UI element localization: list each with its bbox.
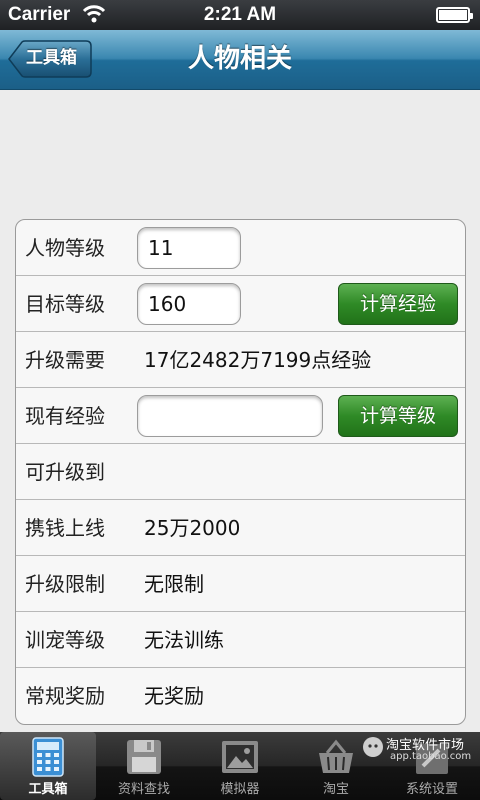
character-level-input[interactable]: 11 bbox=[137, 227, 241, 269]
target-level-input[interactable]: 160 bbox=[137, 283, 241, 325]
tab-toolbox[interactable]: 工具箱 bbox=[0, 732, 96, 800]
status-time: 2:21 AM bbox=[203, 4, 277, 25]
back-button-label: 工具箱 bbox=[26, 48, 77, 68]
taobao-logo-icon bbox=[362, 736, 384, 762]
money-cap-value: 25万2000 bbox=[144, 516, 241, 540]
watermark-url: app.taobao.com bbox=[390, 751, 472, 762]
row-target-level: 目标等级 160 计算经验 bbox=[16, 276, 465, 332]
picture-icon bbox=[219, 736, 261, 778]
tab-label: 模拟器 bbox=[220, 782, 260, 797]
row-label: 升级限制 bbox=[25, 572, 105, 596]
taobao-watermark: 淘宝软件市场 app.taobao.com bbox=[360, 734, 476, 764]
row-label: 可升级到 bbox=[25, 460, 105, 484]
regular-reward-value: 无奖励 bbox=[144, 684, 204, 708]
pet-training-value: 无法训练 bbox=[144, 628, 224, 652]
row-current-experience: 现有经验 计算等级 bbox=[16, 388, 465, 444]
calculator-icon bbox=[27, 736, 69, 778]
tab-label: 资料查找 bbox=[117, 782, 170, 797]
row-label: 目标等级 bbox=[25, 292, 105, 316]
row-upgrade-requirement: 升级需要 17亿2482万7199点经验 bbox=[16, 332, 465, 388]
character-form: 人物等级 11 目标等级 160 计算经验 升级需要 17亿2482万7199点… bbox=[15, 219, 466, 725]
row-label: 人物等级 bbox=[25, 236, 105, 260]
row-reachable-level: 可升级到 bbox=[16, 444, 465, 500]
tab-simulator[interactable]: 模拟器 bbox=[192, 732, 288, 800]
tab-label: 工具箱 bbox=[28, 782, 68, 797]
row-money-cap: 携钱上线 25万2000 bbox=[16, 500, 465, 556]
row-pet-training-level: 训宠等级 无法训练 bbox=[16, 612, 465, 668]
row-label: 升级需要 bbox=[25, 348, 105, 372]
row-label: 现有经验 bbox=[25, 404, 105, 428]
upgrade-requirement-value: 17亿2482万7199点经验 bbox=[144, 348, 372, 372]
current-experience-input[interactable] bbox=[137, 395, 323, 437]
row-regular-reward: 常规奖励 无奖励 bbox=[16, 668, 465, 724]
status-bar: Carrier 2:21 AM bbox=[0, 0, 480, 30]
back-button[interactable]: 工具箱 bbox=[8, 40, 92, 78]
floppy-disk-icon bbox=[123, 736, 165, 778]
calculate-level-button[interactable]: 计算等级 bbox=[338, 395, 458, 437]
tab-label: 系统设置 bbox=[405, 782, 458, 797]
navigation-bar: 人物相关 工具箱 bbox=[0, 30, 480, 90]
row-label: 常规奖励 bbox=[25, 684, 105, 708]
row-label: 训宠等级 bbox=[25, 628, 105, 652]
tab-label: 淘宝 bbox=[322, 782, 349, 797]
row-label: 携钱上线 bbox=[25, 516, 105, 540]
battery-icon bbox=[436, 7, 473, 23]
tab-data-search[interactable]: 资料查找 bbox=[96, 732, 192, 800]
row-upgrade-limit: 升级限制 无限制 bbox=[16, 556, 465, 612]
upgrade-limit-value: 无限制 bbox=[144, 572, 204, 596]
row-character-level: 人物等级 11 bbox=[16, 220, 465, 276]
basket-icon bbox=[315, 736, 357, 778]
calculate-experience-button[interactable]: 计算经验 bbox=[338, 283, 458, 325]
